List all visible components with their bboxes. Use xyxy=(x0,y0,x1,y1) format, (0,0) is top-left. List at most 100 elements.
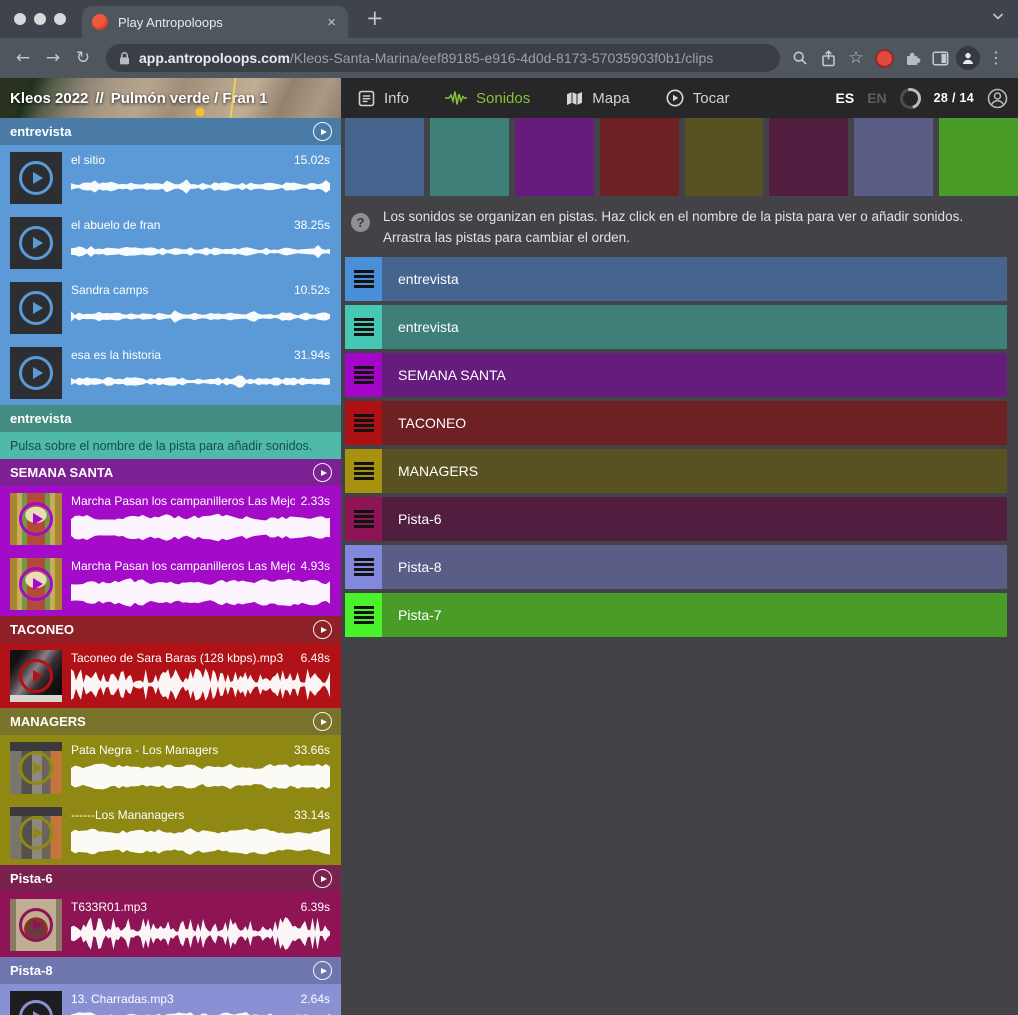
track-row[interactable]: Pista-7 xyxy=(345,593,1007,637)
track-drag-handle[interactable] xyxy=(345,449,382,493)
clip-thumbnail[interactable] xyxy=(10,217,62,269)
play-track-button[interactable] xyxy=(313,122,332,141)
nav-tab-mapa[interactable]: Mapa xyxy=(566,90,630,107)
track-row[interactable]: entrevista xyxy=(345,257,1007,301)
clip-play-icon[interactable] xyxy=(19,291,53,325)
track-section-header[interactable]: entrevista xyxy=(0,405,341,432)
nav-tab-sonidos[interactable]: Sonidos xyxy=(445,90,530,107)
browser-menu-kebab-icon[interactable]: ⋮ xyxy=(982,50,1010,66)
record-extension-icon[interactable] xyxy=(870,49,898,68)
clip-play-icon[interactable] xyxy=(19,1000,53,1015)
track-section-header[interactable]: Pista-8 xyxy=(0,957,341,984)
reload-button[interactable]: ↻ xyxy=(68,50,98,67)
extensions-puzzle-icon[interactable] xyxy=(898,50,926,67)
clip-play-icon[interactable] xyxy=(19,751,53,785)
nav-tab-tocar[interactable]: Tocar xyxy=(666,89,730,107)
account-icon[interactable] xyxy=(987,88,1008,109)
forward-button[interactable]: → xyxy=(38,50,68,67)
track-row[interactable]: SEMANA SANTA xyxy=(345,353,1007,397)
play-track-button[interactable] xyxy=(313,961,332,980)
track-drag-handle[interactable] xyxy=(345,545,382,589)
audio-clip[interactable]: Marcha Pasan los campanilleros Las Mejor… xyxy=(0,551,341,616)
track-drag-handle[interactable] xyxy=(345,353,382,397)
track-name-button[interactable]: MANAGERS xyxy=(382,449,1007,493)
share-icon[interactable] xyxy=(814,50,842,67)
track-row[interactable]: entrevista xyxy=(345,305,1007,349)
traffic-light-close-button[interactable] xyxy=(14,13,26,25)
track-row[interactable]: Pista-6 xyxy=(345,497,1007,541)
clip-play-icon[interactable] xyxy=(19,226,53,260)
audio-clip[interactable]: Sandra camps 10.52s xyxy=(0,275,341,340)
clip-thumbnail[interactable] xyxy=(10,493,62,545)
clip-play-icon[interactable] xyxy=(19,908,53,942)
lock-icon[interactable] xyxy=(118,51,131,66)
side-panel-icon[interactable] xyxy=(926,51,954,66)
clip-play-icon[interactable] xyxy=(19,356,53,390)
bookmark-star-icon[interactable]: ☆ xyxy=(842,50,870,67)
track-drag-handle[interactable] xyxy=(345,401,382,445)
track-section-header[interactable]: entrevista xyxy=(0,118,341,145)
track-row[interactable]: Pista-8 xyxy=(345,545,1007,589)
clip-thumbnail[interactable] xyxy=(10,742,62,794)
audio-clip[interactable]: el sitio 15.02s xyxy=(0,145,341,210)
track-name-button[interactable]: entrevista xyxy=(382,257,1007,301)
tab-close-icon[interactable]: × xyxy=(325,15,338,30)
audio-clip[interactable]: ------Los Mananagers 33.14s xyxy=(0,800,341,865)
clip-play-icon[interactable] xyxy=(19,659,53,693)
track-name-button[interactable]: SEMANA SANTA xyxy=(382,353,1007,397)
audio-clip[interactable]: T633R01.mp3 6.39s xyxy=(0,892,341,957)
info-icon xyxy=(358,90,375,107)
play-track-button[interactable] xyxy=(313,712,332,731)
breadcrumb-separator: // xyxy=(95,90,103,107)
track-drag-handle[interactable] xyxy=(345,593,382,637)
play-track-button[interactable] xyxy=(313,463,332,482)
track-name-button[interactable]: Pista-7 xyxy=(382,593,1007,637)
clip-thumbnail[interactable] xyxy=(10,558,62,610)
track-drag-handle[interactable] xyxy=(345,497,382,541)
clip-thumbnail[interactable] xyxy=(10,347,62,399)
audio-clip[interactable]: 13. Charradas.mp3 2.64s xyxy=(0,984,341,1015)
audio-clip[interactable]: el abuelo de fran 38.25s xyxy=(0,210,341,275)
tab-search-chevron-icon[interactable] xyxy=(992,13,1004,20)
clip-thumbnail[interactable] xyxy=(10,650,62,702)
play-track-button[interactable] xyxy=(313,620,332,639)
audio-clip[interactable]: Pata Negra - Los Managers 33.66s xyxy=(0,735,341,800)
address-bar[interactable]: app.antropoloops.com/Kleos-Santa-Marina/… xyxy=(106,44,780,72)
track-name-button[interactable]: TACONEO xyxy=(382,401,1007,445)
language-es-button[interactable]: ES xyxy=(836,90,855,106)
back-button[interactable]: ← xyxy=(8,50,38,67)
track-name-button[interactable]: Pista-6 xyxy=(382,497,1007,541)
clip-thumbnail[interactable] xyxy=(10,807,62,859)
track-row[interactable]: MANAGERS xyxy=(345,449,1007,493)
new-tab-button[interactable]: + xyxy=(366,13,384,23)
clip-thumbnail[interactable] xyxy=(10,991,62,1015)
traffic-light-minimize-button[interactable] xyxy=(34,13,46,25)
traffic-light-zoom-button[interactable] xyxy=(54,13,66,25)
clip-thumbnail[interactable] xyxy=(10,899,62,951)
track-section-header[interactable]: SEMANA SANTA xyxy=(0,459,341,486)
browser-profile-avatar[interactable] xyxy=(954,46,982,70)
clip-play-icon[interactable] xyxy=(19,161,53,195)
track-section-header[interactable]: Pista-6 xyxy=(0,865,341,892)
clip-thumbnail[interactable] xyxy=(10,152,62,204)
clip-play-icon[interactable] xyxy=(19,816,53,850)
track-section-header[interactable]: TACONEO xyxy=(0,616,341,643)
clip-thumbnail[interactable] xyxy=(10,282,62,334)
zoom-icon[interactable] xyxy=(786,50,814,66)
track-drag-handle[interactable] xyxy=(345,257,382,301)
audio-clip[interactable]: Marcha Pasan los campanilleros Las Mejor… xyxy=(0,486,341,551)
project-header[interactable]: Kleos 2022 // Pulmón verde / Fran 1 xyxy=(0,78,341,118)
track-section-header[interactable]: MANAGERS xyxy=(0,708,341,735)
audio-clip[interactable]: Taconeo de Sara Baras (128 kbps).mp3 6.4… xyxy=(0,643,341,708)
audio-clip[interactable]: esa es la historia 31.94s xyxy=(0,340,341,405)
track-name-button[interactable]: entrevista xyxy=(382,305,1007,349)
track-name-button[interactable]: Pista-8 xyxy=(382,545,1007,589)
track-row[interactable]: TACONEO xyxy=(345,401,1007,445)
browser-tab[interactable]: Play Antropoloops × xyxy=(82,6,348,38)
clip-play-icon[interactable] xyxy=(19,502,53,536)
play-track-button[interactable] xyxy=(313,869,332,888)
clip-play-icon[interactable] xyxy=(19,567,53,601)
language-en-button[interactable]: EN xyxy=(867,90,886,106)
nav-tab-info[interactable]: Info xyxy=(358,90,409,107)
track-drag-handle[interactable] xyxy=(345,305,382,349)
